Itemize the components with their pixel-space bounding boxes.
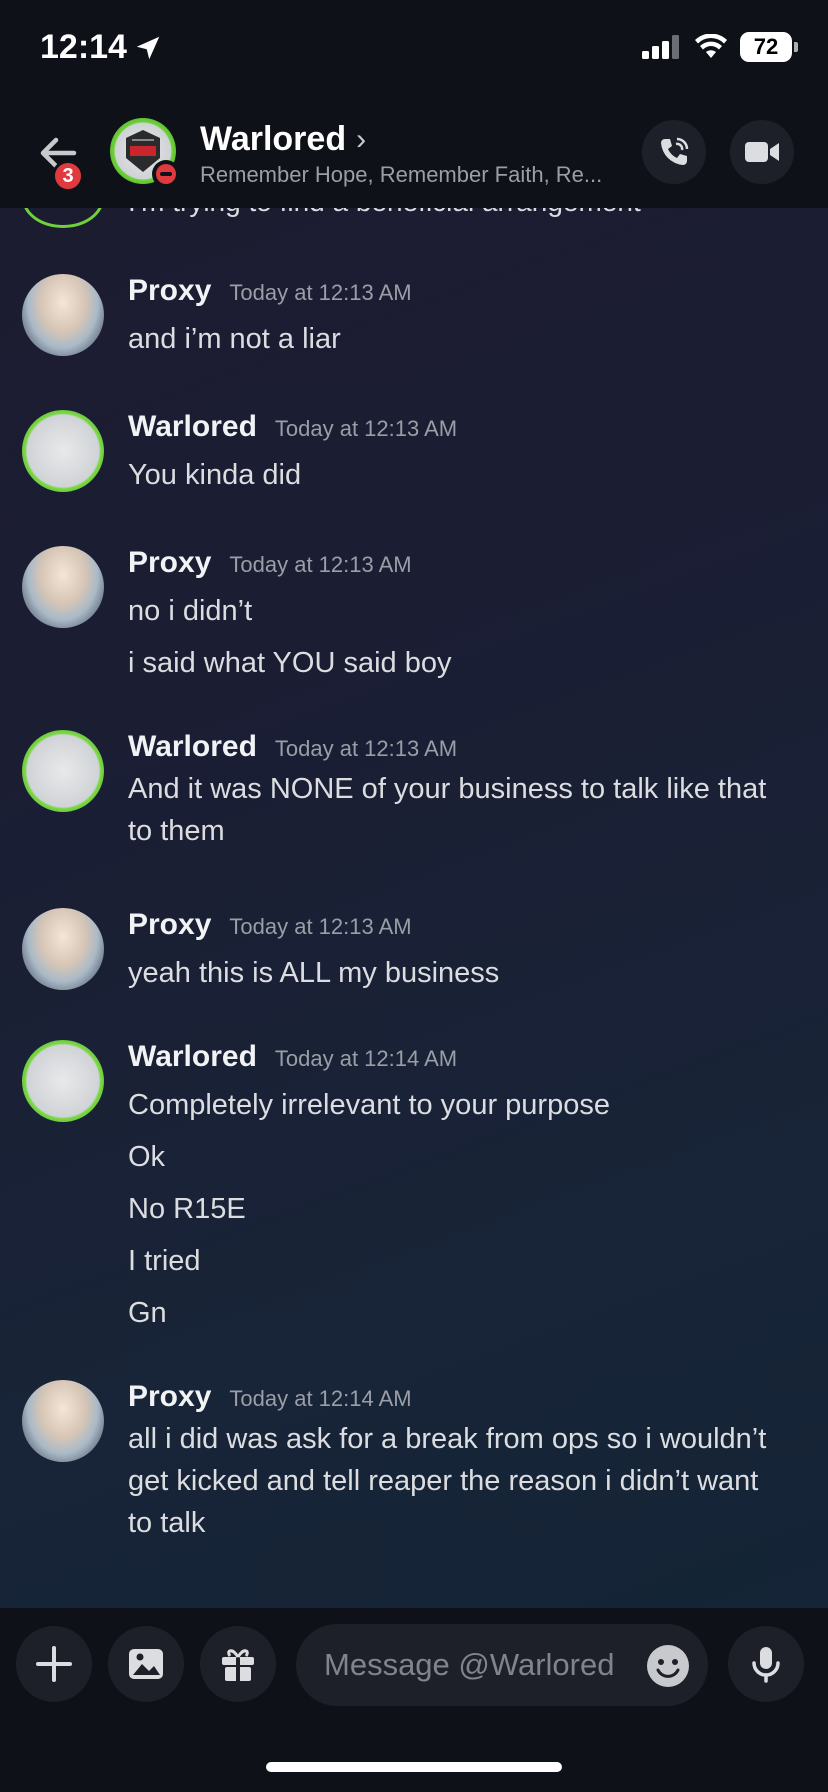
status-time: 12:14 [40, 28, 127, 66]
channel-header: 3 Warlored › Remember Hope, Remember Fai… [0, 100, 828, 208]
video-camera-icon [745, 142, 779, 162]
message-meta: Warlored Today at 12:13 AM [128, 730, 457, 764]
message-meta: Warlored Today at 12:13 AM [128, 410, 457, 444]
message-composer: Message @Warlored [0, 1608, 828, 1792]
message-text: yeah this is ALL my business [128, 957, 500, 989]
message-text: No R15E [128, 1193, 246, 1225]
message-author[interactable]: Proxy [128, 546, 211, 580]
gift-icon [222, 1649, 254, 1681]
plus-icon [36, 1646, 72, 1682]
message-text: I'm trying to find a beneficial arrangem… [128, 208, 641, 218]
avatar[interactable] [22, 274, 104, 356]
home-indicator[interactable] [266, 1762, 562, 1772]
status-icons: 72 [642, 32, 798, 62]
voice-message-button[interactable] [728, 1626, 804, 1702]
location-arrow-icon [136, 36, 160, 59]
gallery-button[interactable] [108, 1626, 184, 1702]
message-author[interactable]: Proxy [128, 908, 211, 942]
message-timestamp: Today at 12:14 AM [229, 1386, 412, 1411]
avatar[interactable] [22, 730, 104, 812]
message-text: Ok [128, 1141, 166, 1173]
message-timestamp: Today at 12:13 AM [229, 552, 412, 577]
chevron-right-icon: › [356, 122, 367, 156]
message-timestamp: Today at 12:13 AM [229, 914, 412, 939]
voice-call-button[interactable] [642, 120, 706, 184]
message-timestamp: Today at 12:14 AM [274, 1046, 458, 1071]
message-text: to talk [128, 1507, 206, 1539]
message-text: i said what YOU said boy [128, 647, 452, 679]
video-call-button[interactable] [730, 120, 794, 184]
message-text: all i did was ask for a break from ops s… [128, 1423, 767, 1455]
gift-button[interactable] [200, 1626, 276, 1702]
header-name: Warlored [200, 120, 347, 158]
message-text: I tried [128, 1245, 201, 1277]
avatar[interactable] [22, 410, 104, 492]
signal-icon [642, 35, 679, 59]
phone-call-icon [661, 137, 689, 165]
header-name-button[interactable]: Warlored › [200, 120, 366, 159]
avatar[interactable] [22, 1380, 104, 1462]
wifi-icon [695, 34, 727, 58]
dnd-status-icon [152, 160, 180, 188]
message-text: You kinda did [128, 459, 302, 491]
message-text: And it was NONE of your business to talk… [128, 773, 767, 805]
message-timestamp: Today at 12:13 AM [274, 736, 458, 761]
avatar[interactable] [22, 208, 104, 228]
message-timestamp: Today at 12:13 AM [229, 280, 412, 305]
message-text: and i’m not a liar [128, 323, 341, 355]
image-icon [129, 1649, 163, 1679]
message-text: to them [128, 815, 225, 847]
message-meta: Proxy Today at 12:13 AM [128, 908, 412, 942]
message-author[interactable]: Warlored [128, 730, 257, 764]
message-timestamp: Today at 12:13 AM [274, 416, 458, 441]
message-meta: Proxy Today at 12:13 AM [128, 274, 412, 308]
status-bar: 12:14 72 [0, 0, 828, 100]
microphone-icon [752, 1647, 780, 1683]
add-attachment-button[interactable] [16, 1626, 92, 1702]
message-text: Completely irrelevant to your purpose [128, 1089, 610, 1121]
avatar[interactable] [22, 546, 104, 628]
message-text: get kicked and tell reaper the reason i … [128, 1465, 759, 1497]
message-author[interactable]: Proxy [128, 274, 211, 308]
unread-badge: 3 [52, 160, 84, 192]
message-list[interactable]: I'm trying to find a beneficial arrangem… [0, 208, 828, 1608]
message-meta: Proxy Today at 12:13 AM [128, 546, 412, 580]
message-text: no i didn’t [128, 595, 253, 627]
header-status: Remember Hope, Remember Faith, Re... [200, 162, 603, 187]
battery-indicator: 72 [740, 32, 798, 62]
message-author[interactable]: Proxy [128, 1380, 211, 1414]
message-author[interactable]: Warlored [128, 410, 257, 444]
message-author[interactable]: Warlored [128, 1040, 257, 1074]
message-text: Gn [128, 1297, 167, 1329]
message-meta: Warlored Today at 12:14 AM [128, 1040, 457, 1074]
emoji-icon [647, 1645, 689, 1687]
emoji-button[interactable] [640, 1638, 696, 1694]
message-meta: Proxy Today at 12:14 AM [128, 1380, 412, 1414]
avatar[interactable] [22, 908, 104, 990]
avatar[interactable] [22, 1040, 104, 1122]
status-time-wrap: 12:14 [40, 28, 163, 67]
